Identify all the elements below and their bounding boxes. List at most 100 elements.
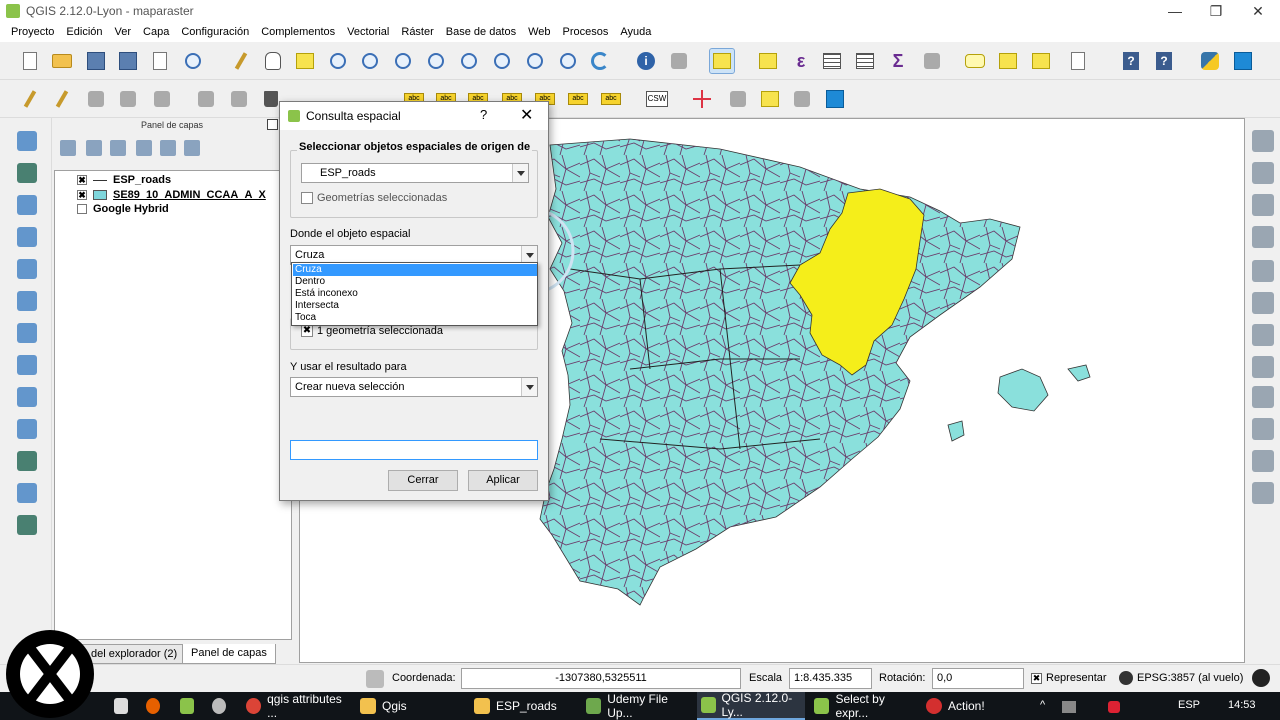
zoom-native-button[interactable] <box>391 49 415 73</box>
new-shapefile-button[interactable] <box>14 480 40 506</box>
option-cruza[interactable]: Cruza <box>293 264 537 276</box>
field-calculator-button[interactable] <box>853 49 877 73</box>
action-button[interactable] <box>667 49 691 73</box>
menu-base-de-datos[interactable]: Base de datos <box>440 26 522 38</box>
taskbar-item-action[interactable]: Action! <box>922 692 1030 720</box>
globe-icon[interactable] <box>1119 671 1133 685</box>
tray-network-icon[interactable] <box>1062 701 1076 713</box>
menu-edicion[interactable]: Edición <box>60 26 108 38</box>
node-tool-button[interactable] <box>150 87 174 111</box>
current-edits-button[interactable] <box>18 87 42 111</box>
geotag-button[interactable] <box>726 87 750 111</box>
menu-configuracion[interactable]: Configuración <box>175 26 255 38</box>
menu-vectorial[interactable]: Vectorial <box>341 26 395 38</box>
add-wfs-button[interactable] <box>14 416 40 442</box>
language-indicator[interactable]: ESP <box>1178 699 1200 711</box>
add-mssql-button[interactable] <box>14 256 40 282</box>
menu-proyecto[interactable]: Proyecto <box>5 26 60 38</box>
raster-calc-icon[interactable] <box>1252 130 1274 152</box>
coordinate-field[interactable]: -1307380,5325511 <box>461 668 741 689</box>
touch-zoom-button[interactable] <box>229 49 253 73</box>
add-feature-button[interactable] <box>116 87 140 111</box>
menu-ver[interactable]: Ver <box>109 26 138 38</box>
zoom-to-selection-button[interactable] <box>457 49 481 73</box>
whats-this-button[interactable]: ? <box>1152 49 1176 73</box>
selected-geometries-checkbox[interactable] <box>301 192 313 204</box>
gear-icon[interactable] <box>1252 260 1274 282</box>
layer-visibility-checkbox[interactable]: ✖ <box>77 175 87 185</box>
expand-all-icon[interactable] <box>136 140 152 156</box>
messages-icon[interactable] <box>1252 669 1270 687</box>
menu-web[interactable]: Web <box>522 26 556 38</box>
new-print-composer-button[interactable] <box>148 49 172 73</box>
render-checkbox[interactable]: ✖ <box>1031 673 1042 684</box>
layer-visibility-checkbox[interactable]: ✖ <box>77 190 87 200</box>
statistics-icon[interactable] <box>1252 482 1274 504</box>
help-contents-button[interactable]: ? <box>1119 49 1143 73</box>
layer-item-admin-ccaa[interactable]: ✖ SE89_10_ADMIN_CCAA_A_X <box>55 188 266 202</box>
tray-chevron-icon[interactable]: ^ <box>1040 699 1045 711</box>
crs-label[interactable]: EPSG:3857 (al vuelo) <box>1137 672 1243 684</box>
zoom-next-button[interactable] <box>556 49 580 73</box>
qgis-cloud-button[interactable] <box>823 87 847 111</box>
pan-to-selection-button[interactable] <box>293 49 317 73</box>
add-spatialite-button[interactable] <box>14 224 40 250</box>
zoom-last-button[interactable] <box>523 49 547 73</box>
apply-button[interactable]: Aplicar <box>468 470 538 491</box>
map-tips-button[interactable] <box>963 49 987 73</box>
composer-manager-button[interactable] <box>181 49 205 73</box>
deselect-button[interactable] <box>756 49 780 73</box>
firefox-icon[interactable] <box>142 692 166 720</box>
rotation-spinbox[interactable]: 0,0 <box>932 668 1024 689</box>
add-postgis-button[interactable] <box>14 192 40 218</box>
open-project-button[interactable] <box>50 49 74 73</box>
dialog-close-button[interactable]: ✕ <box>520 105 533 125</box>
add-delimited-text-button[interactable] <box>14 448 40 474</box>
raster-stretch-icon[interactable] <box>1252 226 1274 248</box>
style-manager-icon[interactable] <box>60 140 76 156</box>
coordinate-capture-button[interactable] <box>690 87 714 111</box>
taskbar-item-esp-roads[interactable]: ESP_roads <box>470 692 578 720</box>
show-bookmarks-button[interactable] <box>1029 49 1053 73</box>
tab-layers-panel[interactable]: Panel de capas <box>182 644 276 664</box>
csw-button[interactable]: CSW <box>645 87 669 111</box>
menu-raster[interactable]: Ráster <box>395 26 439 38</box>
minimize-button[interactable]: — <box>1155 0 1195 22</box>
sync-icon[interactable] <box>208 692 232 720</box>
add-wms-button[interactable] <box>14 352 40 378</box>
toggle-icon[interactable] <box>1252 324 1274 346</box>
collapse-all-icon[interactable] <box>160 140 176 156</box>
raster-histogram-icon[interactable] <box>1252 194 1274 216</box>
raster-tool-button[interactable] <box>790 87 814 111</box>
text-annotation-button[interactable] <box>1066 49 1090 73</box>
measure-button[interactable] <box>920 49 944 73</box>
split-button[interactable] <box>227 87 251 111</box>
option-intersecta[interactable]: Intersecta <box>293 300 537 312</box>
grid-icon[interactable] <box>1252 386 1274 408</box>
maximize-button[interactable]: ❐ <box>1196 0 1236 22</box>
spatial-query-button[interactable] <box>758 87 782 111</box>
add-db2-button[interactable] <box>14 320 40 346</box>
filter-icon[interactable] <box>110 140 126 156</box>
scale-combo[interactable]: 1:8.435.335 <box>789 668 872 689</box>
add-virtual-layer-button[interactable] <box>14 512 40 538</box>
toggle-editing-button[interactable] <box>50 87 74 111</box>
processing-toolbox-button[interactable] <box>1231 49 1255 73</box>
close-window-button[interactable]: ✕ <box>1238 0 1278 22</box>
menu-procesos[interactable]: Procesos <box>557 26 615 38</box>
checker-icon[interactable] <box>1252 450 1274 472</box>
zoom-to-layer-button[interactable] <box>490 49 514 73</box>
python-console-button[interactable] <box>1198 49 1222 73</box>
new-project-button[interactable] <box>18 49 42 73</box>
adjust-icon[interactable] <box>1252 356 1274 378</box>
result-text-field[interactable] <box>290 440 538 460</box>
add-wcs-button[interactable] <box>14 384 40 410</box>
identify-button[interactable]: i <box>634 49 658 73</box>
taskbar-item-qgis-folder[interactable]: Qgis <box>356 692 466 720</box>
statistics-button[interactable]: Σ <box>886 49 910 73</box>
save-project-button[interactable] <box>84 49 108 73</box>
yellow-tool-icon[interactable] <box>1252 418 1274 440</box>
settings-icon[interactable] <box>1252 292 1274 314</box>
taskbar-item-udemy[interactable]: Udemy File Up... <box>582 692 692 720</box>
taskbar-item-select-by-expr[interactable]: Select by expr... <box>810 692 918 720</box>
